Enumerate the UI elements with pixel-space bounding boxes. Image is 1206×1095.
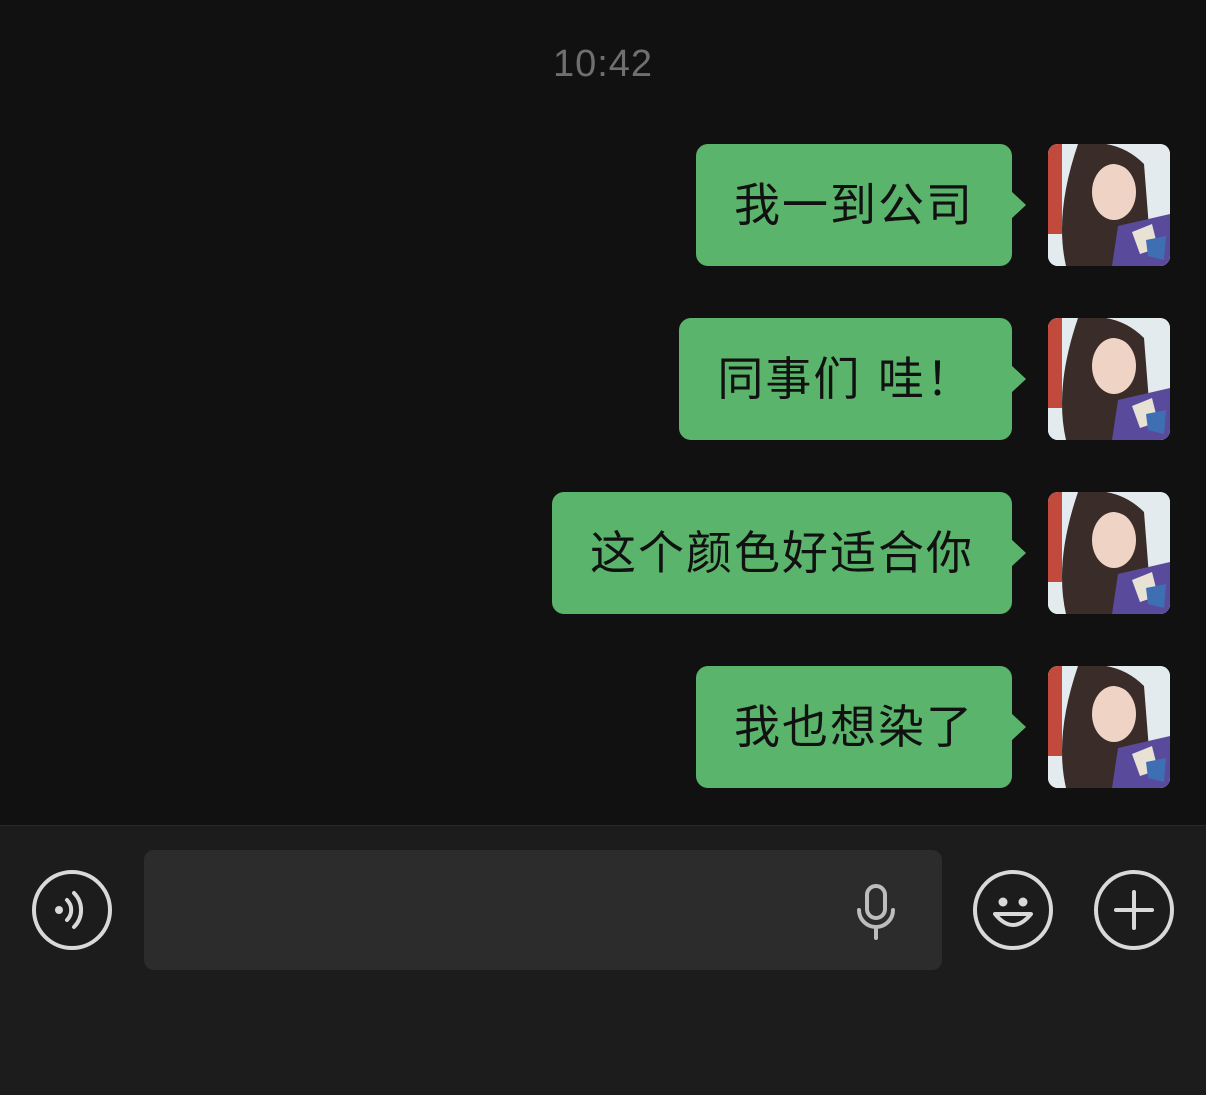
chat-screen: 10:42 我一到公司 同事们 哇！ 这个颜色好适合你 我也想染了	[0, 0, 1206, 1095]
avatar[interactable]	[1048, 666, 1170, 788]
emoji-icon	[993, 897, 1033, 927]
avatar-photo	[1048, 144, 1170, 266]
avatar[interactable]	[1048, 318, 1170, 440]
microphone-icon	[857, 884, 895, 940]
message-row: 同事们 哇！	[679, 318, 1170, 442]
avatar[interactable]	[1048, 492, 1170, 614]
message-bubble[interactable]: 这个颜色好适合你	[552, 492, 1026, 614]
message-bubble[interactable]: 同事们 哇！	[679, 318, 1026, 440]
voice-mode-button[interactable]	[32, 870, 112, 950]
message-list[interactable]: 10:42 我一到公司 同事们 哇！ 这个颜色好适合你 我也想染了	[0, 0, 1206, 825]
chat-input-bar	[0, 825, 1206, 1095]
message-timestamp: 10:42	[552, 43, 654, 85]
microphone-button[interactable]	[852, 884, 900, 940]
more-options-button[interactable]	[1094, 870, 1174, 950]
voice-mode-icon	[55, 891, 84, 929]
avatar-photo	[1048, 666, 1170, 788]
plus-icon	[1114, 890, 1154, 930]
avatar-photo	[1048, 492, 1170, 614]
message-input[interactable]	[144, 850, 942, 970]
message-row: 我也想染了	[696, 666, 1170, 790]
message-bubble[interactable]: 我一到公司	[696, 144, 1026, 266]
emoji-button[interactable]	[973, 870, 1053, 950]
message-row: 我一到公司	[696, 144, 1170, 268]
message-row: 这个颜色好适合你	[552, 492, 1170, 616]
avatar[interactable]	[1048, 144, 1170, 266]
message-bubble[interactable]: 我也想染了	[696, 666, 1026, 788]
avatar-photo	[1048, 318, 1170, 440]
